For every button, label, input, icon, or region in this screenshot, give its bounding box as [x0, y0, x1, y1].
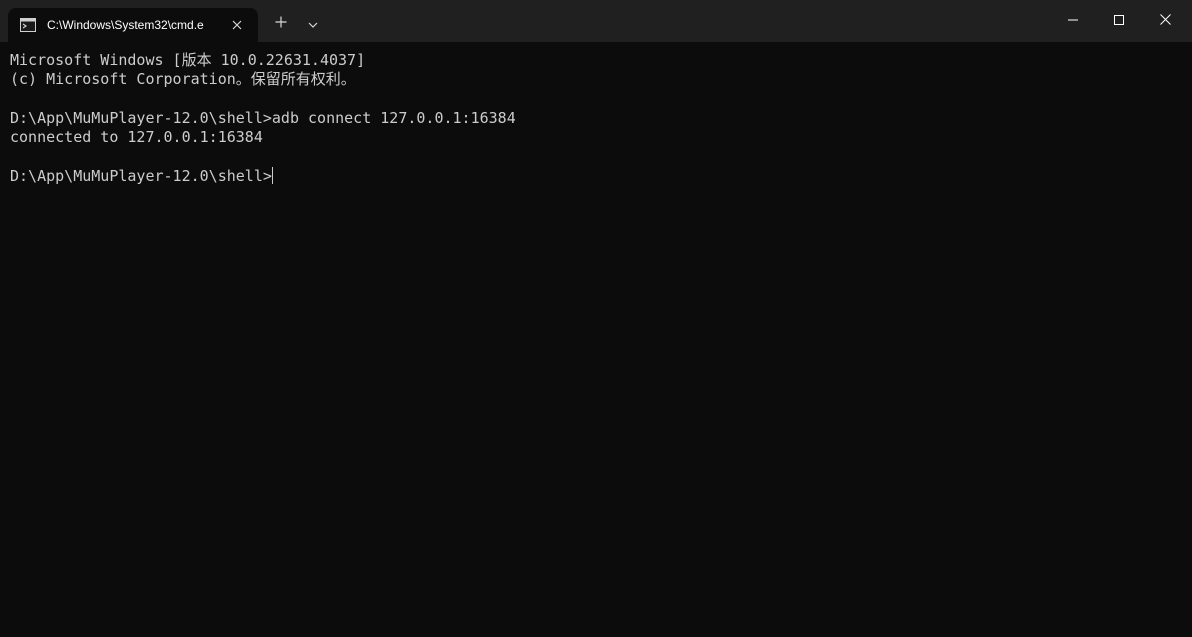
maximize-icon — [1114, 12, 1124, 30]
terminal-line: connected to 127.0.0.1:16384 — [10, 128, 263, 147]
tab-cmd[interactable]: C:\Windows\System32\cmd.e — [8, 8, 258, 42]
terminal-line: Microsoft Windows [版本 10.0.22631.4037] — [10, 51, 366, 69]
text-cursor — [271, 166, 273, 184]
new-tab-button[interactable] — [266, 9, 296, 39]
maximize-button[interactable] — [1096, 0, 1142, 42]
terminal-line: (c) Microsoft Corporation。保留所有权利。 — [10, 70, 356, 89]
close-icon[interactable] — [227, 15, 247, 35]
title-bar[interactable]: C:\Windows\System32\cmd.e — [0, 0, 1192, 42]
minimize-icon — [1068, 12, 1078, 30]
prompt-line[interactable]: D:\App\MuMuPlayer-12.0\shell> — [10, 166, 1180, 186]
chevron-down-icon — [308, 15, 318, 33]
terminal-window: C:\Windows\System32\cmd.e Microsoft Wind… — [0, 0, 1192, 637]
close-icon — [1159, 12, 1171, 30]
plus-icon — [275, 15, 287, 33]
terminal-icon — [20, 17, 36, 33]
window-close-button[interactable] — [1142, 0, 1188, 42]
terminal-output[interactable]: Microsoft Windows [版本 10.0.22631.4037] (… — [0, 42, 1192, 637]
tab-title: C:\Windows\System32\cmd.e — [47, 18, 204, 32]
profile-dropdown-button[interactable] — [298, 9, 328, 39]
terminal-line: D:\App\MuMuPlayer-12.0\shell>adb connect… — [10, 108, 516, 127]
minimize-button[interactable] — [1050, 0, 1096, 42]
prompt-text: D:\App\MuMuPlayer-12.0\shell> — [10, 166, 272, 185]
